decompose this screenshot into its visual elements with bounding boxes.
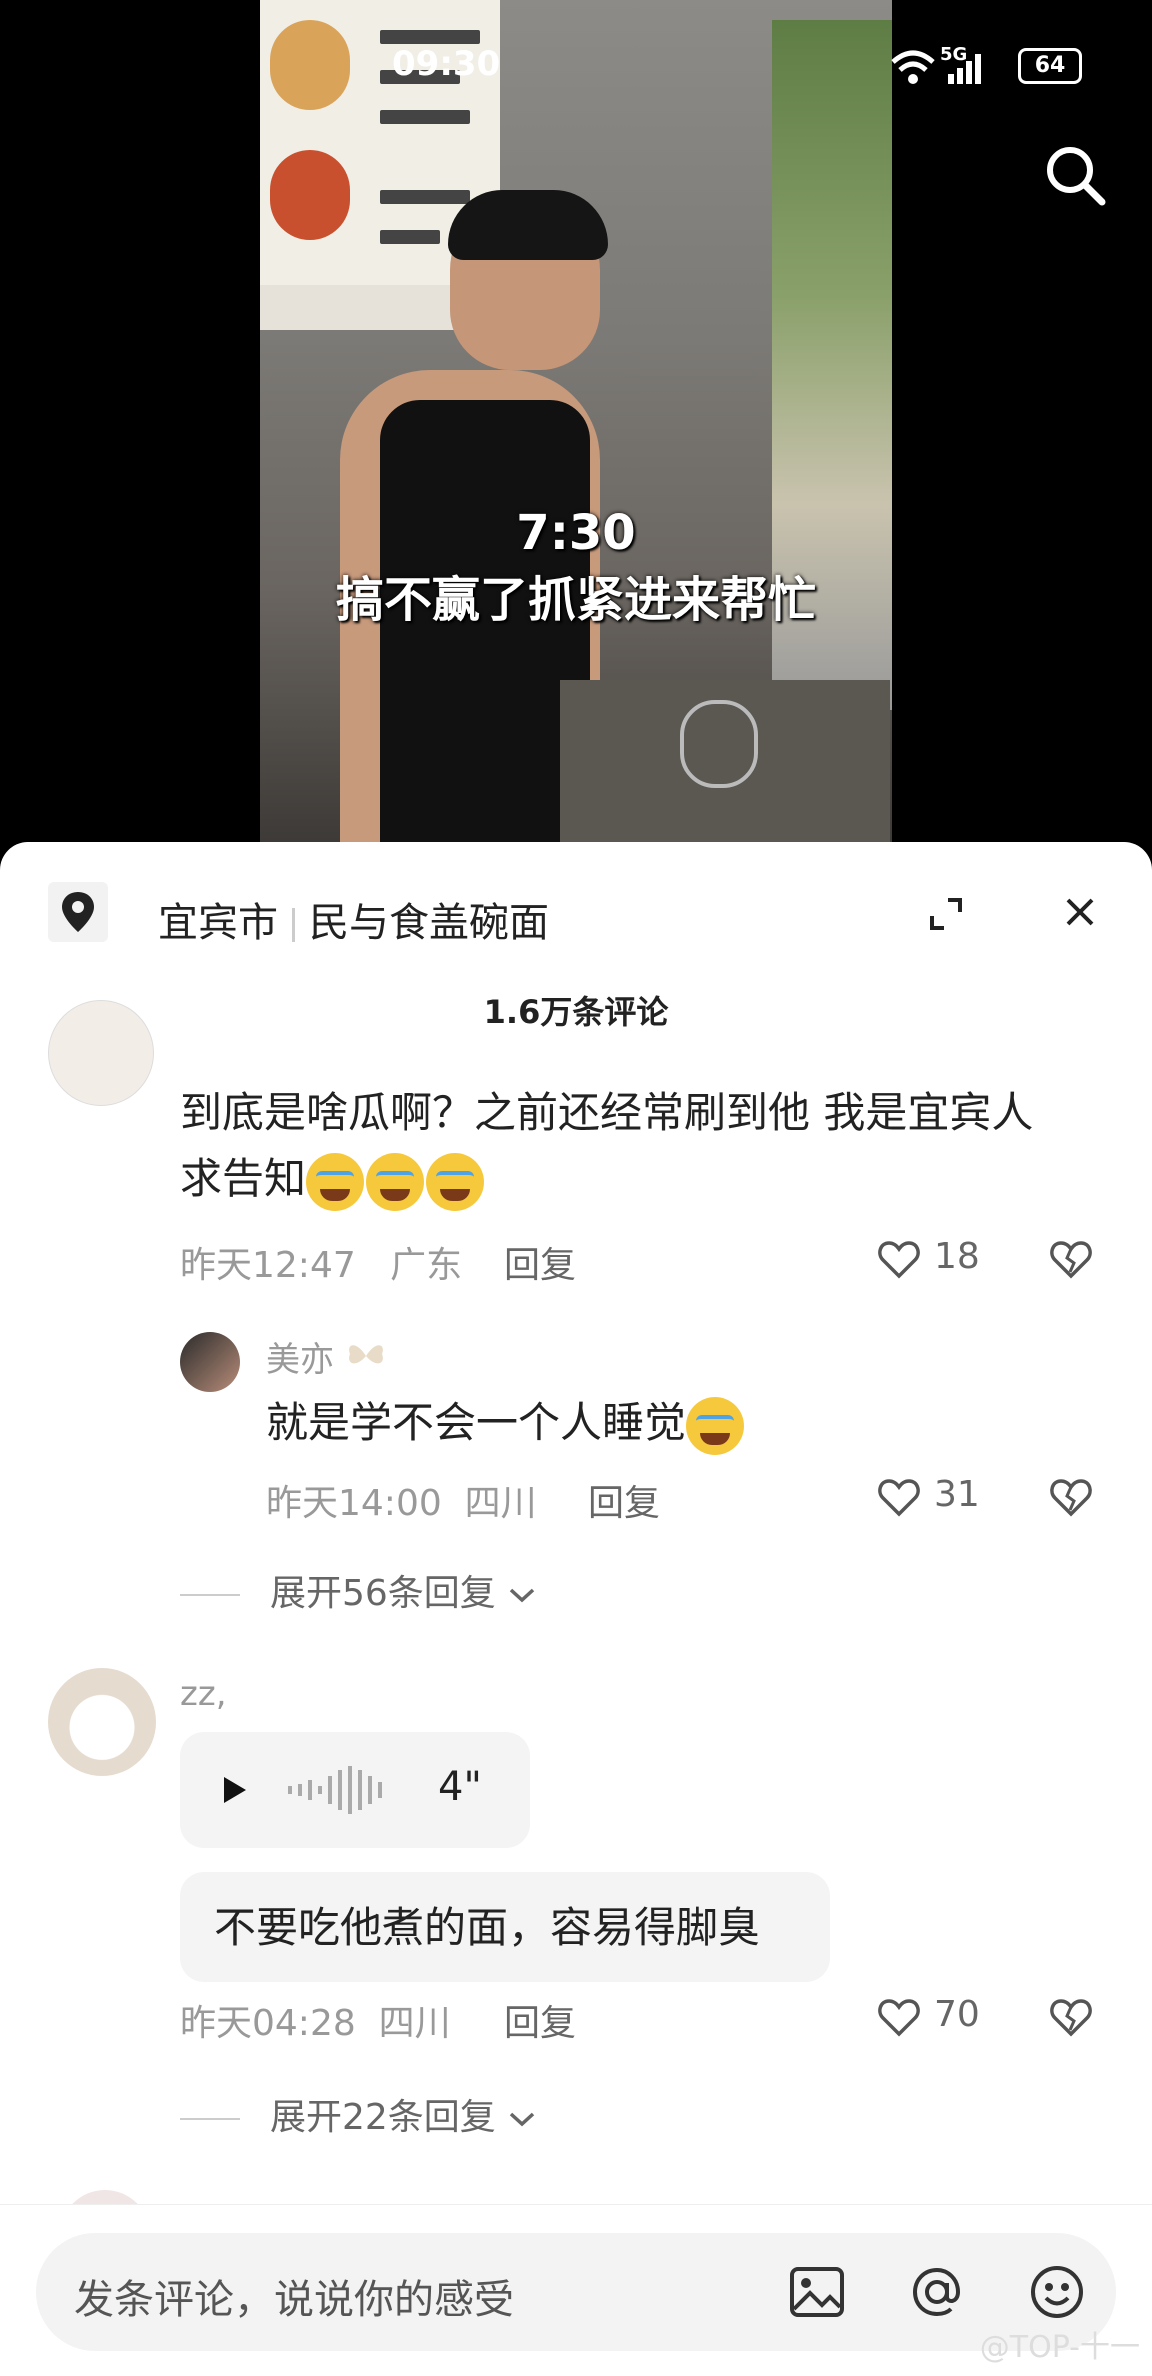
avatar[interactable] [48,1000,154,1106]
close-icon[interactable] [1060,892,1100,932]
crying-emoji-icon [366,1152,425,1211]
expand-replies-button[interactable]: 展开56条回复 [180,1564,537,1616]
comment-meta: 昨天12:47 广东 [180,1236,462,1288]
video-player[interactable]: 7:30 搞不赢了抓紧进来帮忙 09:30 5G 64 [0,0,1152,860]
status-time: 09:30 [392,44,501,84]
reply-button[interactable]: 回复 [504,1994,576,2046]
broken-heart-icon[interactable] [1048,1474,1094,1520]
crying-emoji-icon [686,1396,745,1455]
comment-input[interactable]: 发条评论，说说你的感受 [36,2233,1116,2351]
expand-replies-button[interactable]: 展开22条回复 [180,2088,537,2140]
comment-text-span: 求告知 [180,1154,307,1203]
comment-sheet: 宜宾市 民与食盖碗面 1.6万条评论 到底是啥瓜啊？之前还经常刷到他 我是宜宾人 … [0,842,1152,2376]
voice-duration: 4" [438,1764,482,1810]
comment-bubble: 不要吃他煮的面，容易得脚臭 [180,1872,830,1982]
play-icon[interactable] [218,1774,250,1806]
location-divider [292,908,295,942]
comment-username: zz, [180,1674,227,1714]
at-mention-icon[interactable] [906,2261,968,2323]
reply-region: 四川 [464,1483,537,1524]
wifi-icon [891,50,935,84]
watermark: @TOP-十一 [979,2330,1140,2365]
battery-indicator: 64 [1018,48,1082,84]
status-icons: 5G 64 [890,44,1090,84]
comment-region: 广东 [390,1245,463,1286]
divider [180,1594,240,1596]
like-count: 70 [934,1994,980,2035]
heart-icon[interactable] [876,1236,922,1282]
reply-username: 美亦 [266,1340,334,1380]
comment-count: 1.6万条评论 [483,993,669,1031]
comment-text: 到底是啥瓜啊？之前还经常刷到他 我是宜宾人 求告知 [180,1080,1033,1212]
heart-icon[interactable] [876,1994,922,2040]
crying-emoji-icon [426,1152,485,1211]
location-pin-icon[interactable] [48,882,108,942]
comment-text-line: 求告知 [180,1146,1033,1212]
video-caption-text: 搞不赢了抓紧进来帮忙 [335,572,816,628]
reply-text: 就是学不会一个人睡觉 [266,1390,746,1456]
chevron-down-icon [510,2112,535,2127]
divider [180,2118,240,2120]
heart-icon[interactable] [876,1474,922,1520]
strainer [680,700,758,788]
search-icon[interactable] [1040,140,1110,210]
comment-text: 不要吃他煮的面，容易得脚臭 [214,1903,761,1952]
reply-meta: 昨天14:00 四川 [266,1474,537,1526]
avatar[interactable] [48,1668,156,1776]
voice-message[interactable]: 4" [180,1732,530,1848]
chevron-down-icon [510,1588,535,1603]
broken-heart-icon[interactable] [1048,1994,1094,2040]
location-link[interactable]: 宜宾市 民与食盖碗面 [158,890,549,948]
reply-button[interactable]: 回复 [504,1236,576,1288]
image-icon[interactable] [786,2261,848,2323]
expand-replies-label: 展开56条回复 [270,1573,496,1614]
waveform-icon [288,1766,382,1814]
reply-text-span: 就是学不会一个人睡觉 [266,1398,687,1447]
video-caption-time: 7:30 [516,505,636,561]
comment-time: 昨天12:47 [180,1245,356,1286]
like-count: 18 [934,1236,980,1277]
crying-emoji-icon [306,1152,365,1211]
location-place: 民与食盖碗面 [309,900,549,946]
reply-time: 昨天14:00 [266,1483,442,1524]
video-frame [260,0,892,842]
comment-meta: 昨天04:28 四川 [180,1994,451,2046]
like-count: 31 [934,1474,980,1515]
location-city: 宜宾市 [158,900,278,946]
comment-time: 昨天04:28 [180,2003,356,2044]
avatar[interactable] [180,1332,240,1392]
expand-icon[interactable] [926,894,966,934]
butterfly-icon [349,1345,383,1364]
comment-input-placeholder: 发条评论，说说你的感受 [74,2277,514,2323]
signal-icon [948,54,981,84]
expand-replies-label: 展开22条回复 [270,2097,496,2138]
reply-button[interactable]: 回复 [588,1474,660,1526]
comment-region: 四川 [378,2003,451,2044]
comment-text-line: 到底是啥瓜啊？之前还经常刷到他 我是宜宾人 [180,1088,1034,1137]
emoji-icon[interactable] [1026,2261,1088,2323]
broken-heart-icon[interactable] [1048,1236,1094,1282]
